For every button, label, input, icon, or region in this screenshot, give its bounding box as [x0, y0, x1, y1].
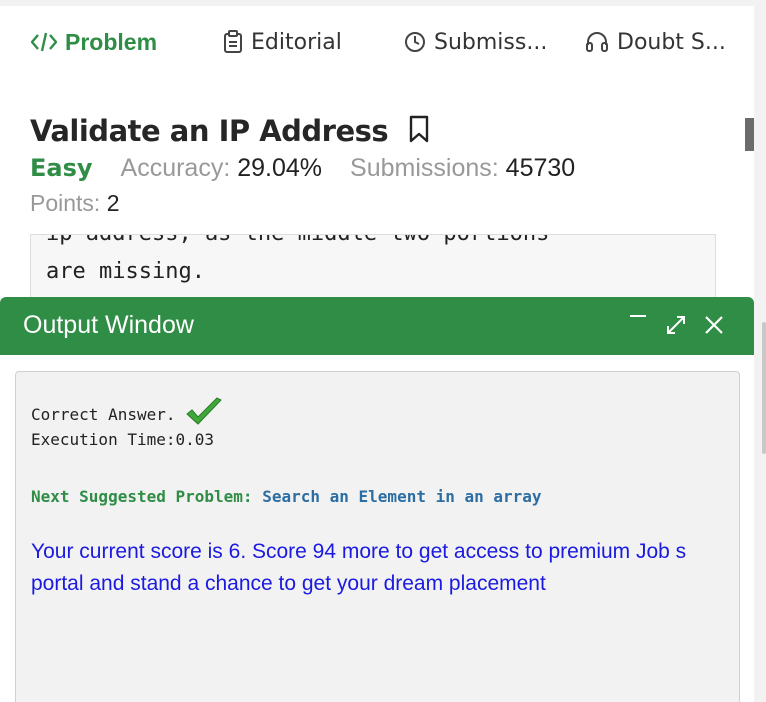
next-suggested-problem: Next Suggested Problem: Search an Elemen…	[31, 487, 542, 506]
tab-bar: Problem Editorial Submiss... Doubt S...	[0, 6, 754, 82]
problem-meta: Easy Accuracy: 29.04% Submissions: 45730	[30, 154, 575, 183]
next-problem-label: Next Suggested Problem:	[31, 487, 253, 506]
minimize-icon[interactable]	[628, 311, 648, 325]
points-label: Points:	[30, 190, 101, 216]
problem-title: Validate an IP Address	[30, 114, 389, 148]
result-text: Correct Answer.	[31, 404, 176, 424]
page-scrollbar[interactable]	[762, 322, 766, 454]
points: Points: 2	[30, 190, 120, 217]
submissions: Submissions: 45730	[350, 154, 575, 183]
accuracy-label: Accuracy:	[120, 154, 231, 182]
code-line: are missing.	[46, 259, 205, 284]
accuracy-value: 29.04%	[237, 154, 323, 182]
accuracy: Accuracy: 29.04%	[121, 154, 323, 183]
score-message: Your current score is 6. Score 94 more t…	[31, 540, 687, 595]
tab-editorial[interactable]: Editorial	[223, 6, 342, 78]
expand-icon[interactable]	[664, 313, 688, 337]
document-icon	[223, 30, 243, 54]
output-window-body: Correct Answer. Execution Time:0.03 Next…	[15, 371, 740, 702]
tab-submissions[interactable]: Submiss...	[404, 6, 547, 78]
headset-icon	[585, 31, 609, 53]
points-value: 2	[106, 190, 120, 216]
output-window-title: Output Window	[23, 311, 194, 339]
next-problem-link[interactable]: Search an Element in an array	[262, 487, 541, 506]
tab-label: Submiss...	[434, 29, 548, 55]
execution-time: Execution Time:0.03	[31, 430, 215, 449]
submissions-value: 45730	[505, 154, 576, 182]
bookmark-icon[interactable]	[408, 115, 430, 147]
output-window-header: Output Window	[0, 297, 754, 355]
difficulty-badge: Easy	[30, 154, 93, 182]
code-line: ip address, as the middle two portions	[46, 235, 549, 246]
submissions-label: Submissions:	[350, 154, 499, 182]
tab-doubt-support[interactable]: Doubt S...	[585, 6, 726, 78]
tab-label: Editorial	[251, 29, 342, 55]
tab-label: Doubt S...	[617, 29, 726, 55]
scrollbar-thumb[interactable]	[745, 118, 754, 151]
code-icon	[31, 31, 57, 53]
close-icon[interactable]	[702, 313, 726, 337]
tab-problem[interactable]: Problem	[31, 6, 157, 78]
clock-icon	[404, 31, 426, 53]
checkmark-icon	[184, 396, 224, 432]
result-line: Correct Answer.	[31, 396, 224, 432]
tab-label: Problem	[65, 28, 158, 55]
